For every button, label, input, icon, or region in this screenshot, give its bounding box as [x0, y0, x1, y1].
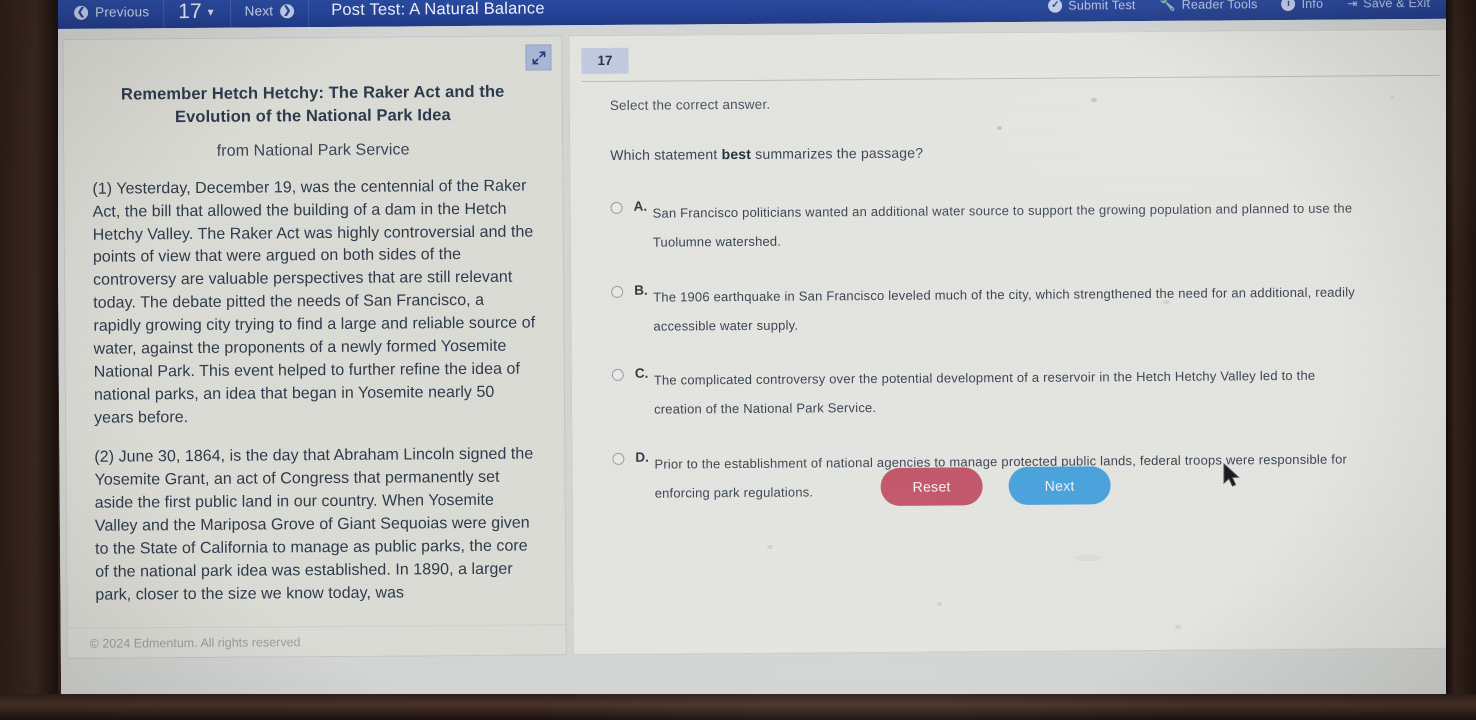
test-application-screen: ❮ Previous 17 ▾ Next ❯ Post Test: A Natu…	[56, 0, 1462, 710]
monitor-bezel-left	[0, 0, 58, 720]
check-circle-icon: ✓	[1048, 0, 1063, 13]
answer-option-a[interactable]: A. San Francisco politicians wanted an a…	[610, 193, 1427, 257]
copyright-footer: © 2024 Edmentum. All rights reserved	[67, 624, 566, 658]
passage-paragraph-1: (1) Yesterday, December 19, was the cent…	[92, 177, 536, 427]
reader-tools-label: Reader Tools	[1181, 0, 1258, 12]
next-button[interactable]: Next	[1008, 466, 1111, 506]
option-text-a: San Francisco politicians wanted an addi…	[652, 200, 1353, 250]
radio-button-a[interactable]	[610, 201, 623, 214]
radio-button-d[interactable]	[612, 452, 625, 465]
answer-option-b[interactable]: B. The 1906 earthquake in San Francisco …	[611, 276, 1427, 340]
test-title: Post Test: A Natural Balance	[331, 0, 545, 19]
question-prompt-emphasis: best	[721, 145, 752, 163]
passage-source: from National Park Service	[216, 141, 410, 160]
monitor-bezel-bottom	[0, 694, 1476, 720]
previous-question-button[interactable]: ❮ Previous	[56, 0, 165, 29]
dust-speck	[937, 602, 942, 606]
passage-panel: Remember Hetch Hetchy: The Raker Act and…	[62, 35, 567, 659]
submit-test-button[interactable]: ✓ Submit Test	[1036, 0, 1148, 22]
save-and-exit-label: Save & Exit	[1363, 0, 1431, 10]
option-letter-b: B.	[634, 282, 648, 298]
option-text-c: The complicated controversy over the pot…	[653, 367, 1316, 417]
monitor-bezel-right	[1446, 0, 1476, 720]
next-question-button[interactable]: Next ❯	[230, 0, 310, 28]
submit-test-label: Submit Test	[1068, 0, 1136, 13]
arrow-left-circle-icon: ❮	[74, 5, 89, 20]
previous-button-label: Previous	[95, 4, 150, 20]
dust-speck	[1075, 555, 1101, 561]
dust-speck	[767, 545, 773, 549]
info-button[interactable]: i Info	[1269, 0, 1335, 20]
option-text-b: The 1906 earthquake in San Francisco lev…	[653, 283, 1356, 334]
option-letter-a: A.	[633, 198, 648, 214]
expand-passage-button[interactable]	[525, 44, 552, 71]
passage-title: Remember Hetch Hetchy: The Raker Act and…	[120, 82, 505, 127]
test-workspace: Remember Hetch Hetchy: The Raker Act and…	[56, 18, 1462, 710]
radio-button-b[interactable]	[611, 285, 624, 298]
dust-speck	[997, 126, 1002, 130]
passage-scroll-fade	[67, 598, 566, 628]
reset-button[interactable]: Reset	[880, 467, 983, 506]
expand-arrows-icon	[532, 50, 545, 64]
info-circle-icon: i	[1281, 0, 1296, 11]
dust-speck	[1390, 95, 1395, 99]
question-prompt-before: Which statement	[610, 146, 722, 163]
passage-content: Remember Hetch Hetchy: The Raker Act and…	[63, 36, 565, 617]
reader-tools-button[interactable]: 🔧 Reader Tools	[1147, 0, 1269, 21]
chevron-down-icon: ▾	[207, 4, 214, 19]
question-panel: 17 Select the correct answer. Which stat…	[568, 28, 1455, 656]
dust-speck	[1163, 300, 1170, 304]
option-letter-c: C.	[634, 365, 649, 381]
exit-icon: ⇥	[1347, 0, 1358, 11]
dust-speck	[1175, 625, 1181, 629]
answer-option-c[interactable]: C. The complicated controversy over the …	[611, 360, 1428, 424]
question-number-badge: 17	[581, 47, 629, 75]
select-answer-instruction: Select the correct answer.	[609, 96, 771, 113]
answer-options-list: A. San Francisco politicians wanted an a…	[610, 193, 1429, 508]
question-action-buttons: Reset Next	[880, 466, 1111, 506]
question-header-divider	[581, 74, 1440, 83]
option-letter-d: D.	[635, 449, 649, 465]
info-label: Info	[1301, 0, 1324, 11]
passage-paragraph-2: (2) June 30, 1864, is the day that Abrah…	[94, 445, 534, 604]
photographed-screen: ❮ Previous 17 ▾ Next ❯ Post Test: A Natu…	[0, 0, 1476, 720]
wrench-icon: 🔧	[1159, 0, 1176, 12]
question-prompt-after: summarizes the passage?	[751, 144, 924, 162]
radio-button-c[interactable]	[611, 368, 624, 381]
question-prompt: Which statement best summarizes the pass…	[610, 141, 1426, 163]
question-number-dropdown[interactable]: 17 ▾	[164, 0, 231, 29]
next-button-label: Next	[244, 3, 274, 19]
arrow-right-circle-icon: ❯	[280, 3, 295, 18]
current-question-number: 17	[178, 0, 202, 24]
save-and-exit-button[interactable]: ⇥ Save & Exit	[1335, 0, 1442, 20]
dust-speck	[1091, 98, 1097, 102]
